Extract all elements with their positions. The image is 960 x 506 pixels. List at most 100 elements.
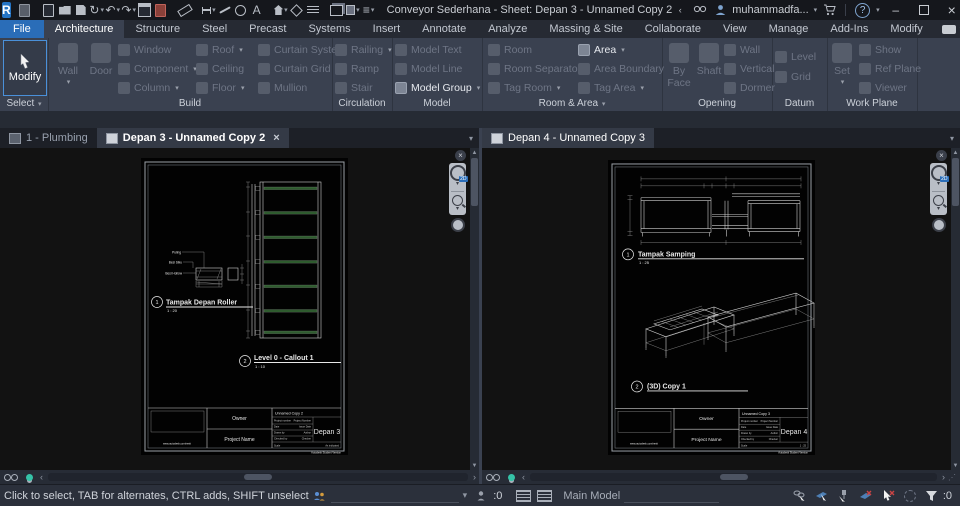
ribbon-item-roof[interactable]: Roof ▾ <box>196 41 243 58</box>
navbar-close-icon[interactable]: × <box>936 150 947 161</box>
view-tab-depan3[interactable]: Depan 3 - Unnamed Copy 2 × <box>96 128 289 148</box>
editing-requests-icon[interactable] <box>474 489 490 503</box>
sheet-depan3[interactable]: Puling Besi Siku Besi Hollow 1 Tampak De… <box>141 158 348 455</box>
new-file-icon[interactable] <box>42 2 56 18</box>
help-caret-icon[interactable]: ▾ <box>876 6 880 14</box>
close-inactive-views-icon[interactable] <box>330 2 344 18</box>
text-icon[interactable]: A <box>250 2 264 18</box>
model-line-icon[interactable] <box>218 2 232 18</box>
ribbon-item-tag-area[interactable]: Tag Area ▾ <box>578 79 644 96</box>
design-options-dialog-icon[interactable] <box>537 489 553 502</box>
ribbon-item-model-group[interactable]: Model Group ▾ <box>395 79 480 96</box>
view-tab-depan4[interactable]: Depan 4 - Unnamed Copy 3 <box>482 128 654 148</box>
account-caret-icon[interactable]: ▾ <box>814 6 818 14</box>
panel-select-label[interactable]: Select ▾ <box>0 98 48 110</box>
scroll-down-icon[interactable]: ▼ <box>470 461 479 470</box>
scroll-up-icon[interactable]: ▲ <box>470 148 479 157</box>
ribbon-item-model-text[interactable]: Model Text <box>395 41 462 58</box>
steering-wheel-icon[interactable]: 2D <box>449 165 468 182</box>
ribbon-item-window[interactable]: Window <box>118 41 171 58</box>
ribbon-item-door[interactable]: Door <box>88 40 114 96</box>
workset-field[interactable] <box>330 488 459 503</box>
save-icon[interactable] <box>74 2 88 18</box>
default-3d-view-icon[interactable]: ▾ <box>273 2 288 18</box>
navbar-options-icon[interactable] <box>450 218 465 232</box>
tab-systems[interactable]: Systems <box>297 20 361 38</box>
ribbon-item-railing[interactable]: Railing ▾ <box>335 41 392 58</box>
minimize-button[interactable]: – <box>884 1 908 19</box>
ribbon-item-model-line[interactable]: Model Line <box>395 60 462 77</box>
scroll-down-icon[interactable]: ▼ <box>951 461 960 470</box>
ribbon-item-vertical[interactable]: Vertical <box>724 60 774 77</box>
zoom-tool-icon[interactable] <box>933 195 944 206</box>
tab-list-icon[interactable]: ▾ <box>463 134 479 143</box>
design-option-field[interactable] <box>624 488 720 503</box>
ribbon-item-wall[interactable]: Wall ▾ <box>50 40 86 96</box>
ribbon-item-room-separator[interactable]: Room Separator <box>488 60 581 77</box>
sync-icon[interactable]: ↻ ▾ <box>89 2 104 18</box>
wheel-menu-caret-icon[interactable]: ▾ <box>937 181 940 188</box>
navbar-options-icon[interactable] <box>931 218 946 232</box>
viewport-tampak-depan-roller[interactable]: Puling Besi Siku Besi Hollow <box>165 251 244 288</box>
tab-structure[interactable]: Structure <box>124 20 191 38</box>
tab-analyze[interactable]: Analyze <box>477 20 538 38</box>
close-button[interactable]: × <box>940 1 960 19</box>
workset-dropdown-icon[interactable]: ▾ <box>463 490 468 501</box>
ribbon-item-stair[interactable]: Stair <box>335 79 373 96</box>
zoom-menu-caret-icon[interactable]: ▾ <box>456 206 459 213</box>
hscroll-right-icon[interactable]: › <box>939 472 948 482</box>
ribbon-item-ramp[interactable]: Ramp <box>335 60 379 77</box>
tab-modify[interactable]: Modify <box>879 20 933 38</box>
restore-button[interactable] <box>912 1 936 19</box>
open-icon[interactable] <box>58 2 72 18</box>
tab-file[interactable]: File <box>0 20 44 38</box>
ribbon-item-component[interactable]: Component▾ <box>118 60 197 77</box>
ribbon-item-column[interactable]: Column ▾ <box>118 79 179 96</box>
left-vertical-scrollbar[interactable]: ▲ ▼ <box>470 148 479 470</box>
ribbon-item-area-boundary[interactable]: Area Boundary <box>578 60 664 77</box>
tab-collaborate[interactable]: Collaborate <box>634 20 712 38</box>
print-icon[interactable] <box>138 2 152 18</box>
close-view-icon[interactable]: × <box>273 132 279 144</box>
drag-on-selection-toggle[interactable] <box>880 489 896 503</box>
ribbon-item-by-face[interactable]: By Face <box>664 40 694 96</box>
viewport-3d-copy[interactable] <box>645 292 815 358</box>
sheet-depan4[interactable]: 1 Tampak Samping 1 : 25 2 (3D) Copy 1 ww… <box>608 160 815 455</box>
steering-wheel-icon[interactable]: 2D <box>930 165 949 182</box>
tab-annotate[interactable]: Annotate <box>411 20 477 38</box>
temporary-hide-isolate-icon[interactable] <box>486 473 500 481</box>
switch-windows-icon[interactable]: ▾ <box>345 2 360 18</box>
filter-button[interactable] <box>924 489 940 503</box>
select-by-face-toggle[interactable] <box>858 489 874 503</box>
tab-manage[interactable]: Manage <box>758 20 820 38</box>
tab-steel[interactable]: Steel <box>191 20 238 38</box>
thin-lines-icon[interactable] <box>306 2 320 18</box>
tag-by-category-icon[interactable] <box>234 2 248 18</box>
right-vertical-scrollbar[interactable]: ▲ ▼ <box>951 148 960 470</box>
resize-grip-icon[interactable]: ⋰ <box>948 473 960 482</box>
tab-add-ins[interactable]: Add-Ins <box>819 20 879 38</box>
reveal-hidden-elements-icon[interactable] <box>508 473 515 481</box>
right-drawing-canvas[interactable]: 1 Tampak Samping 1 : 25 2 (3D) Copy 1 ww… <box>482 148 960 470</box>
view-tab-plumbing[interactable]: 1 - Plumbing <box>0 128 97 148</box>
search-back-icon[interactable]: ‹ <box>673 2 687 18</box>
horizontal-scrollbar[interactable] <box>48 473 468 481</box>
account-name[interactable]: muhammadfa... <box>732 4 808 16</box>
zoom-menu-caret-icon[interactable]: ▾ <box>937 206 940 213</box>
customize-qat-icon[interactable]: ≡ ▾ <box>362 2 376 18</box>
ribbon-item-dormer[interactable]: Dormer <box>724 79 775 96</box>
tab-list-icon[interactable]: ▾ <box>944 134 960 143</box>
ribbon-item-room[interactable]: Room <box>488 41 532 58</box>
left-drawing-canvas[interactable]: Puling Besi Siku Besi Hollow 1 Tampak De… <box>0 148 479 470</box>
ribbon-item-mullion[interactable]: Mullion <box>258 79 307 96</box>
design-option-select[interactable]: Main Model <box>563 490 620 502</box>
hscroll-left-icon[interactable]: ‹ <box>37 472 46 482</box>
ribbon-item-shaft[interactable]: Shaft <box>696 40 722 96</box>
worksets-dialog-icon[interactable] <box>516 489 532 502</box>
ribbon-item-floor[interactable]: Floor ▾ <box>196 79 244 96</box>
ribbon-item-ceiling[interactable]: Ceiling <box>196 60 244 77</box>
revit-logo[interactable]: R <box>2 2 11 18</box>
search-icon[interactable] <box>693 2 707 18</box>
close-hidden-windows-icon[interactable] <box>154 2 168 18</box>
ribbon-item-curtain-grid[interactable]: Curtain Grid <box>258 60 331 77</box>
